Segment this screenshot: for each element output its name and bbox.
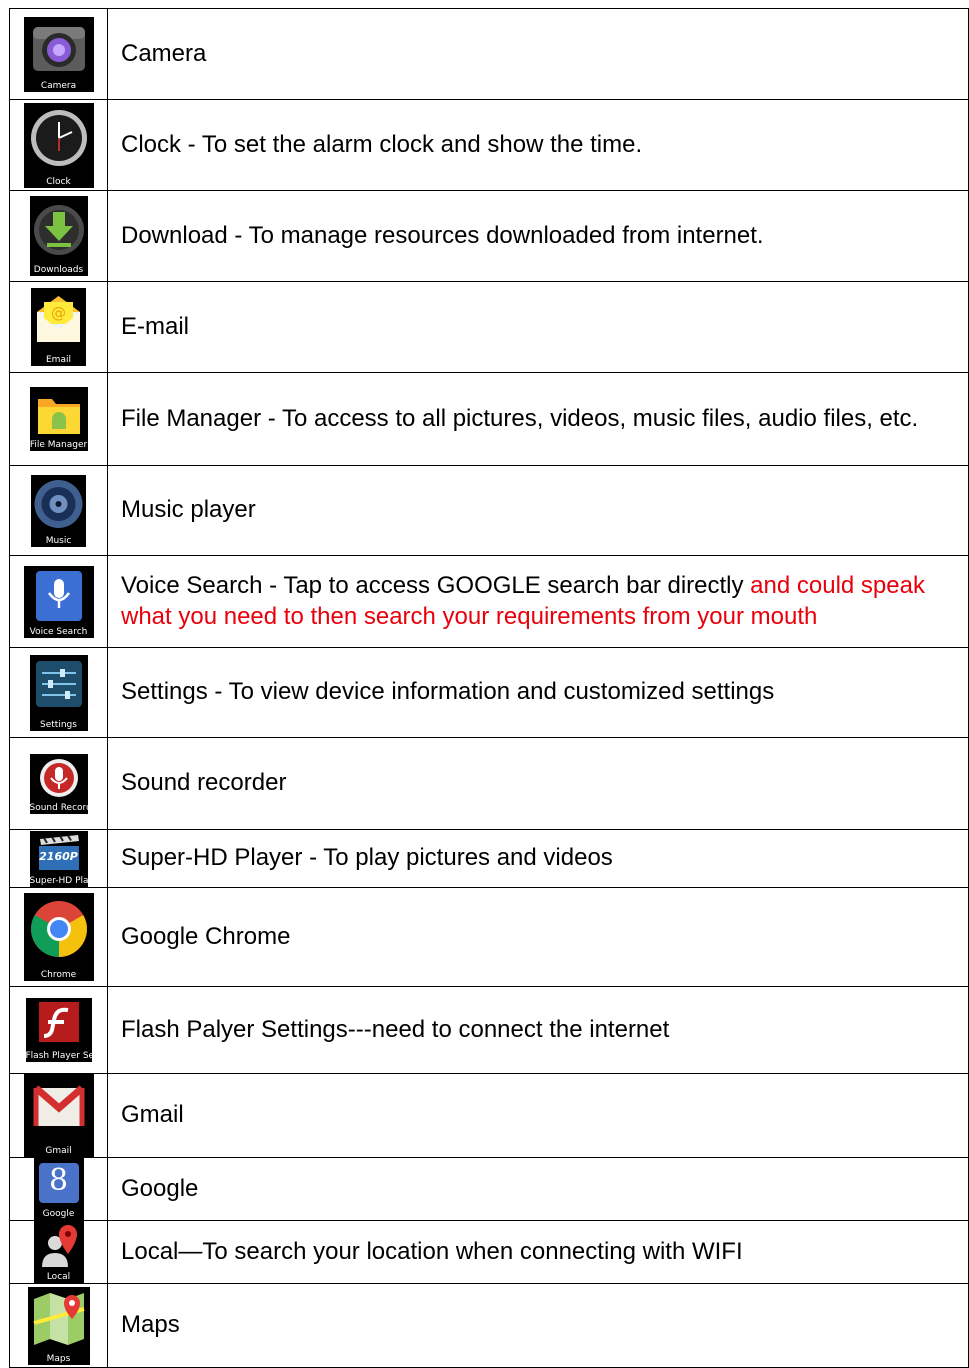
app-description: Clock - To set the alarm clock and show …	[107, 99, 969, 191]
icon-cell: Camera	[9, 8, 108, 100]
icon-cell: Sound Recorde	[9, 737, 108, 830]
icon-cell: @ Email	[9, 281, 108, 373]
icon-label: File Manager	[29, 440, 88, 450]
table-row: Downloads Download - To manage resources…	[9, 190, 969, 282]
icon-label: Local	[46, 1272, 71, 1282]
icon-label: Flash Player Se	[25, 1051, 92, 1061]
icon-cell: Downloads	[9, 190, 108, 282]
icon-label: Email	[46, 355, 71, 365]
table-row: 8 Google Google	[9, 1157, 969, 1221]
super-hd-player-icon: 2160P Super-HD Play	[29, 830, 88, 887]
icon-cell: Local	[9, 1220, 108, 1284]
icon-cell: 2160P Super-HD Play	[9, 829, 108, 888]
app-description: Voice Search - Tap to access GOOGLE sear…	[107, 555, 969, 648]
table-row: Sound Recorde Sound recorder	[9, 737, 969, 830]
settings-icon: Settings	[29, 654, 88, 731]
table-row: File Manager File Manager - To access to…	[9, 372, 969, 466]
local-icon: Local	[33, 1221, 84, 1283]
icon-cell: Chrome	[9, 887, 108, 987]
table-row: Flash Player Se Flash Palyer Settings---…	[9, 986, 969, 1074]
chrome-icon: Chrome	[23, 893, 94, 981]
app-description: E-mail	[107, 281, 969, 373]
app-description: Camera	[107, 8, 969, 100]
icon-cell: File Manager	[9, 372, 108, 466]
app-description: File Manager - To access to all pictures…	[107, 372, 969, 466]
app-description: Download - To manage resources downloade…	[107, 190, 969, 282]
app-description: Local—To search your location when conne…	[107, 1220, 969, 1284]
app-description: Google Chrome	[107, 887, 969, 987]
icon-label: Music	[45, 535, 72, 546]
table-row: @ Email E-mail	[9, 281, 969, 373]
email-icon: @ Email	[31, 288, 86, 366]
app-description: Sound recorder	[107, 737, 969, 830]
app-description: Super-HD Player - To play pictures and v…	[107, 829, 969, 888]
music-icon: Music	[31, 474, 86, 547]
icon-cell: Music	[9, 465, 108, 556]
icon-label: Gmail	[45, 1146, 72, 1156]
app-description: Music player	[107, 465, 969, 556]
description-text: Voice Search - Tap to access GOOGLE sear…	[121, 572, 751, 599]
table-row: Maps Maps	[9, 1283, 969, 1368]
table-row: Settings Settings - To view device infor…	[9, 647, 969, 738]
app-list-table: Camera Camera Clock Clock - To set the a…	[9, 8, 969, 1368]
icon-cell: Voice Search	[9, 555, 108, 648]
download-icon: Downloads	[29, 196, 88, 276]
table-row: Chrome Google Chrome	[9, 887, 969, 987]
icon-label: Voice Search	[29, 626, 88, 637]
icon-cell: 8 Google	[9, 1157, 108, 1221]
app-description: Maps	[107, 1283, 969, 1368]
resolution-badge: 2160P	[39, 849, 78, 863]
icon-cell: Maps	[9, 1283, 108, 1368]
table-row: Gmail Gmail	[9, 1073, 969, 1158]
sound-recorder-icon: Sound Recorde	[29, 753, 88, 814]
icon-label: Chrome	[40, 970, 77, 980]
icon-label: Settings	[40, 719, 77, 730]
icon-label: Google	[42, 1209, 75, 1219]
icon-label: Camera	[40, 80, 77, 91]
icon-cell: Clock	[9, 99, 108, 191]
clock-icon: Clock	[23, 102, 94, 188]
voice-search-icon: Voice Search	[23, 565, 94, 638]
app-description: Gmail	[107, 1073, 969, 1158]
gmail-icon: Gmail	[23, 1074, 94, 1157]
icon-cell: Settings	[9, 647, 108, 738]
app-description: Google	[107, 1157, 969, 1221]
table-row: Clock Clock - To set the alarm clock and…	[9, 99, 969, 191]
icon-label: Maps	[46, 1353, 71, 1364]
table-row: Music Music player	[9, 465, 969, 556]
svg-text:@: @	[51, 304, 66, 322]
icon-cell: Flash Player Se	[9, 986, 108, 1074]
app-description: Flash Palyer Settings---need to connect …	[107, 986, 969, 1074]
google-glyph: 8	[48, 1163, 69, 1198]
icon-label: Clock	[46, 176, 71, 187]
file-manager-icon: File Manager	[29, 387, 88, 451]
icon-cell: Gmail	[9, 1073, 108, 1158]
google-icon: 8 Google	[33, 1158, 84, 1220]
table-row: Voice Search Voice Search - Tap to acces…	[9, 555, 969, 648]
icon-label: Sound Recorde	[29, 802, 88, 813]
icon-label: Super-HD Play	[29, 875, 88, 886]
camera-icon: Camera	[23, 16, 94, 92]
table-row: 2160P Super-HD Play Super-HD Player - To…	[9, 829, 969, 888]
flash-player-icon: Flash Player Se	[25, 998, 92, 1062]
maps-icon: Maps	[27, 1286, 90, 1365]
table-row: Local Local—To search your location when…	[9, 1220, 969, 1284]
icon-label: Downloads	[33, 265, 84, 275]
table-row: Camera Camera	[9, 8, 969, 100]
app-description: Settings - To view device information an…	[107, 647, 969, 738]
